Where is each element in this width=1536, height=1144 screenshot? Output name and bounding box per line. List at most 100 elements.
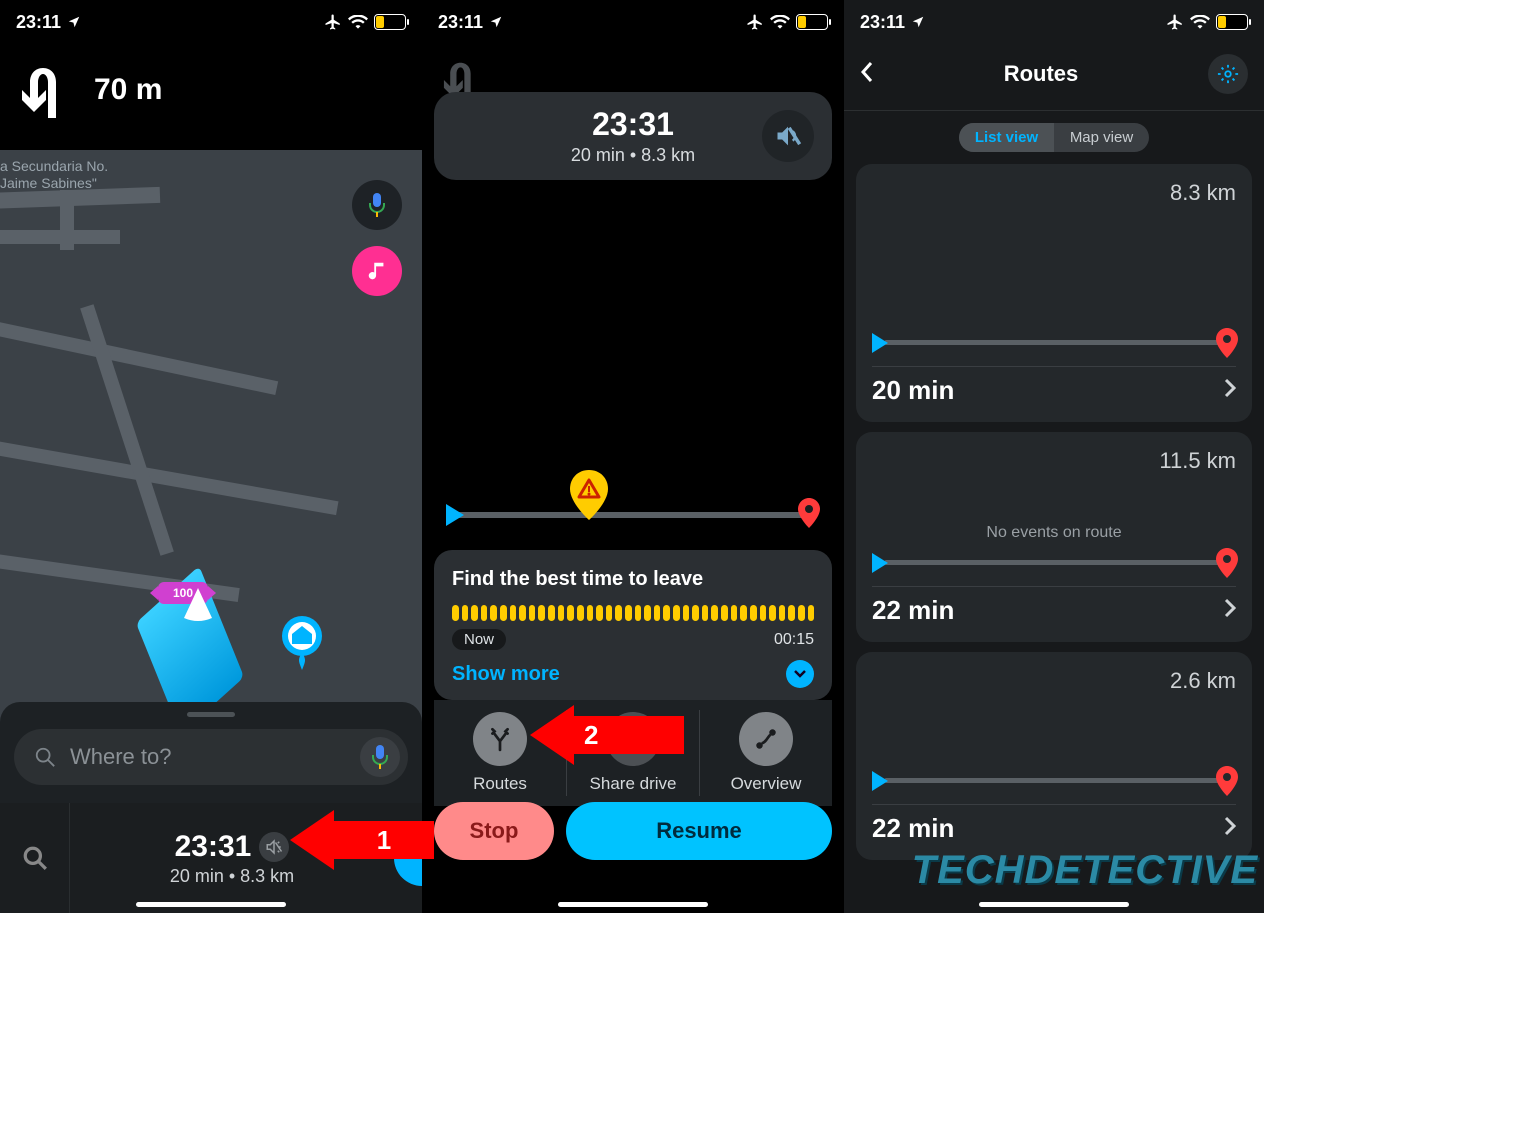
route-distance: 8.3 km xyxy=(872,180,1236,206)
route-end-icon xyxy=(798,498,820,533)
home-indicator[interactable] xyxy=(979,902,1129,907)
overview-button[interactable]: Overview xyxy=(700,700,832,806)
route-card[interactable]: 2.6 km 22 min xyxy=(856,652,1252,860)
route-start-icon xyxy=(872,553,888,573)
wifi-icon xyxy=(1190,15,1210,29)
battery-icon: 27 xyxy=(1216,14,1248,30)
screenshot-3: 23:11 27 Routes List view Map view 8.3 k… xyxy=(844,0,1264,913)
tab-list-view[interactable]: List view xyxy=(959,123,1054,152)
battery-icon: 28 xyxy=(796,14,828,30)
resume-button[interactable]: Resume xyxy=(566,802,832,860)
home-indicator[interactable] xyxy=(136,902,286,907)
location-icon xyxy=(489,15,503,29)
turn-instruction: 70 m xyxy=(0,44,422,148)
route-chevron[interactable] xyxy=(1224,816,1236,841)
later-time: 00:15 xyxy=(774,631,814,649)
route-time: 22 min xyxy=(872,595,954,626)
routes-title: Routes xyxy=(1004,61,1079,87)
hazard-pin[interactable] xyxy=(568,470,610,525)
route-start-icon xyxy=(872,333,888,353)
chevron-right-icon xyxy=(1224,598,1236,618)
wifi-icon xyxy=(348,15,368,29)
fork-icon xyxy=(487,726,513,752)
stop-button[interactable]: Stop xyxy=(434,802,554,860)
search-bar[interactable]: Where to? xyxy=(14,729,408,785)
mic-icon xyxy=(368,193,386,217)
search-icon xyxy=(22,845,48,871)
music-icon xyxy=(366,260,388,282)
chevron-right-icon xyxy=(1224,378,1236,398)
eta-banner[interactable]: 23:31 20 min • 8.3 km xyxy=(434,92,832,180)
route-distance: 2.6 km xyxy=(872,668,1236,694)
now-chip: Now xyxy=(452,629,506,650)
home-indicator[interactable] xyxy=(558,902,708,907)
location-icon xyxy=(67,15,81,29)
route-start-icon xyxy=(446,504,464,526)
route-card[interactable]: 11.5 km No events on route 22 min xyxy=(856,432,1252,642)
battery-icon: 28 xyxy=(374,14,406,30)
mute-button[interactable] xyxy=(762,110,814,162)
location-icon xyxy=(911,15,925,29)
search-sheet[interactable]: Where to? xyxy=(0,702,422,803)
best-time-title: Find the best time to leave xyxy=(452,568,814,591)
no-events-label: No events on route xyxy=(872,524,1236,542)
home-pin-icon[interactable] xyxy=(278,614,326,672)
user-arrow-icon xyxy=(182,588,214,624)
route-bar xyxy=(872,328,1236,358)
airplane-icon xyxy=(746,13,764,31)
route-distance: 11.5 km xyxy=(872,448,1236,474)
settings-button[interactable] xyxy=(1208,54,1248,94)
route-time: 22 min xyxy=(872,813,954,844)
annotation-arrow-2: 2 xyxy=(530,705,684,765)
status-bar: 23:11 28 xyxy=(422,0,844,44)
route-bar xyxy=(872,548,1236,578)
uturn-icon xyxy=(20,62,70,118)
status-time: 23:11 xyxy=(16,12,61,33)
mute-icon xyxy=(265,838,283,856)
airplane-icon xyxy=(1166,13,1184,31)
view-segmented[interactable]: List view Map view xyxy=(959,123,1149,152)
route-time: 20 min xyxy=(872,375,954,406)
mute-icon xyxy=(774,122,802,150)
overview-icon xyxy=(753,726,779,752)
search-placeholder: Where to? xyxy=(70,744,360,770)
route-end-icon xyxy=(1216,328,1238,363)
expand-button[interactable] xyxy=(786,660,814,688)
eta-time: 23:31 xyxy=(504,106,762,143)
screenshot-1: 23:11 28 70 m a Secundaria No. Jaime Sab… xyxy=(0,0,422,913)
status-bar: 23:11 27 xyxy=(844,0,1264,44)
route-end-icon xyxy=(1216,548,1238,583)
turn-distance: 70 m xyxy=(94,73,162,107)
status-bar: 23:11 28 xyxy=(0,0,422,44)
route-progress xyxy=(446,490,820,540)
back-button[interactable] xyxy=(860,61,874,88)
route-chevron[interactable] xyxy=(1224,378,1236,403)
chevron-down-icon xyxy=(793,667,807,681)
chevron-left-icon xyxy=(860,61,874,83)
bottom-buttons: Stop Resume xyxy=(434,802,832,860)
routes-header: Routes xyxy=(844,44,1264,111)
chevron-right-icon xyxy=(1224,816,1236,836)
mic-icon xyxy=(371,745,389,769)
route-start-icon xyxy=(872,771,888,791)
eta-search-button[interactable] xyxy=(0,803,70,913)
airplane-icon xyxy=(324,13,342,31)
route-card[interactable]: 8.3 km 20 min xyxy=(856,164,1252,422)
drag-handle[interactable] xyxy=(187,712,235,717)
map-street-label: a Secundaria No. Jaime Sabines" xyxy=(0,158,108,192)
route-end-icon xyxy=(1216,766,1238,801)
search-icon xyxy=(34,746,56,768)
best-time-card[interactable]: Find the best time to leave Now 00:15 Sh… xyxy=(434,550,832,700)
voice-button[interactable] xyxy=(352,180,402,230)
gear-icon xyxy=(1217,63,1239,85)
traffic-dots xyxy=(452,605,814,621)
search-voice-button[interactable] xyxy=(360,737,400,777)
tab-map-view[interactable]: Map view xyxy=(1054,123,1149,152)
sound-off-badge xyxy=(259,832,289,862)
music-button[interactable] xyxy=(352,246,402,296)
eta-sub: 20 min • 8.3 km xyxy=(504,145,762,166)
route-chevron[interactable] xyxy=(1224,598,1236,623)
show-more-link[interactable]: Show more xyxy=(452,663,560,686)
screenshot-2: 23:11 28 23:31 20 min • 8.3 km Find the … xyxy=(422,0,844,913)
route-bar xyxy=(872,766,1236,796)
